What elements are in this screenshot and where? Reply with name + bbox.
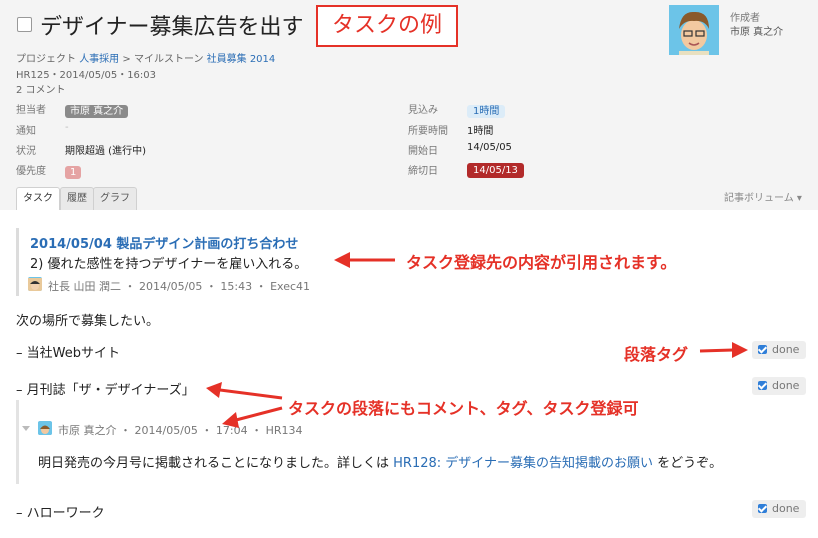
annotation-arrows bbox=[206, 252, 748, 428]
